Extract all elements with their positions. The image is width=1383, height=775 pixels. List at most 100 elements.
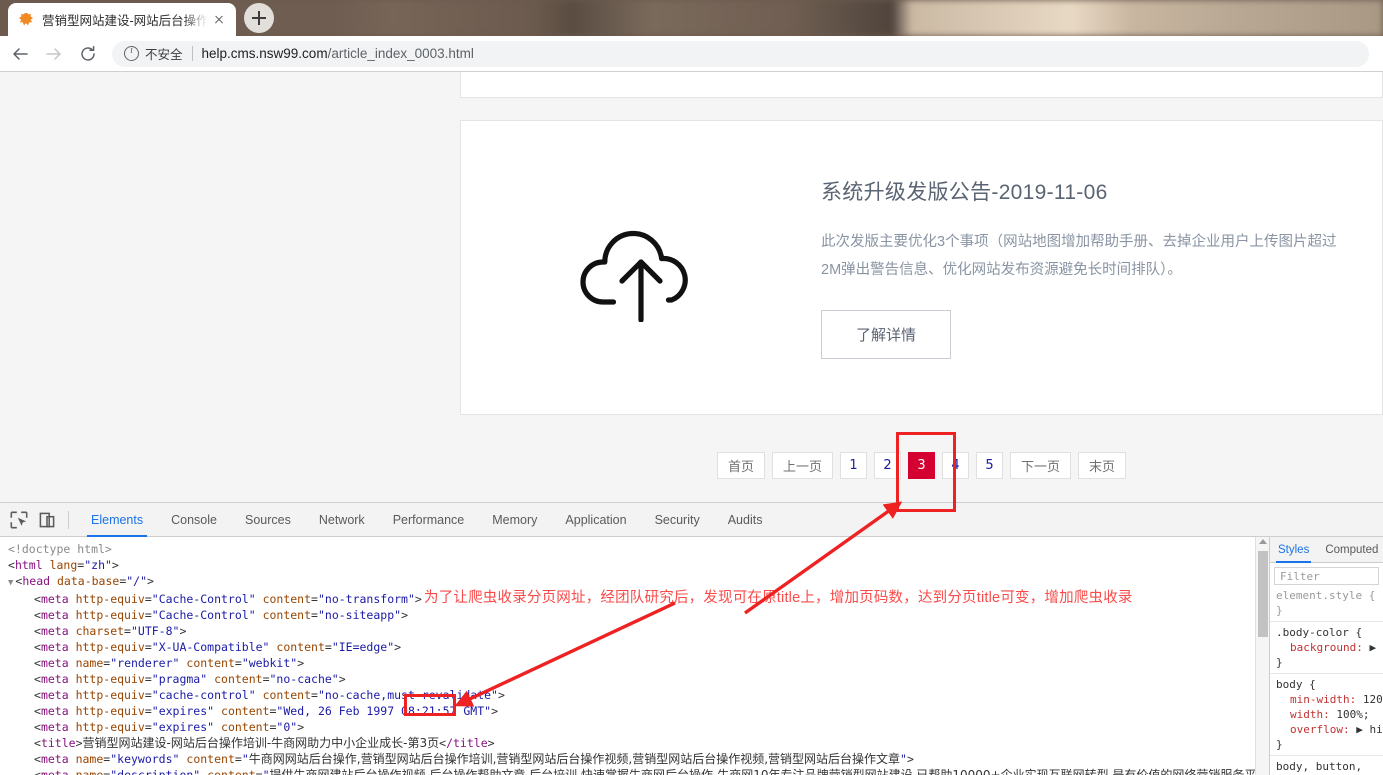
announcement-card-previous[interactable]	[460, 72, 1383, 98]
devtools-tab-performance[interactable]: Performance	[379, 503, 479, 537]
pagination-item[interactable]: 首页	[716, 452, 765, 479]
css-rule[interactable]: element.style {}	[1270, 585, 1383, 622]
attr-value: "Cache-Control"	[151, 608, 256, 622]
attr-name: http-equiv	[75, 688, 145, 702]
cloud-upload-icon	[461, 214, 821, 322]
doctype-token: <!doctype html>	[8, 542, 112, 556]
styles-tab-computed[interactable]: Computed	[1317, 537, 1383, 563]
attr-value: "Wed, 26 Feb 1997 08:21:57 GMT"	[276, 704, 492, 718]
pagination-item[interactable]: 2	[874, 452, 901, 479]
new-tab-button[interactable]	[244, 3, 274, 33]
expand-triangle-icon[interactable]: ▼	[8, 578, 13, 588]
url-text: help.cms.nsw99.com/article_index_0003.ht…	[202, 46, 474, 61]
devtools-tab-console[interactable]: Console	[157, 503, 231, 537]
browser-tab-active[interactable]: 营销型网站建设-网站后台操作培	[8, 3, 236, 36]
css-declaration[interactable]: overflow: ▶ hi	[1276, 722, 1383, 737]
css-declaration[interactable]: background: ▶	[1276, 640, 1383, 655]
attr-value: "UTF-8"	[130, 624, 180, 638]
css-selector: .body-color {	[1276, 626, 1363, 639]
attr-name: http-equiv	[75, 672, 145, 686]
pagination-item[interactable]: 5	[976, 452, 1003, 479]
tag-name: html	[14, 558, 43, 572]
info-circle-icon[interactable]	[124, 45, 139, 61]
attr-name: lang	[49, 558, 78, 572]
attr-name: http-equiv	[75, 640, 145, 654]
attr-value: "no-cache"	[269, 672, 339, 686]
back-arrow-icon[interactable]	[6, 40, 34, 68]
devtools-tab-security[interactable]: Security	[641, 503, 714, 537]
devtools-body: <!doctype html> <html lang="zh"> ▼ <head …	[0, 537, 1383, 775]
css-rule[interactable]: .body-color {background: ▶}	[1270, 622, 1383, 674]
pagination-item[interactable]: 下一页	[1010, 452, 1072, 479]
orange-star-favicon	[18, 12, 34, 28]
attr-name: http-equiv	[75, 704, 145, 718]
code-line-meta: <meta charset="UTF-8">	[34, 624, 187, 638]
address-bar[interactable]: 不安全 help.cms.nsw99.com/article_index_000…	[112, 40, 1369, 67]
scroll-up-arrow-icon[interactable]	[1259, 539, 1267, 544]
learn-more-button[interactable]: 了解详情	[821, 310, 952, 359]
css-rule-close: }	[1276, 738, 1283, 751]
pagination: 首页 上一页 1 2 3 4 5 下一页 末页	[460, 452, 1383, 479]
announcement-card: 系统升级发版公告-2019-11-06 此次发版主要优化3个事项（网站地图增加帮…	[460, 120, 1383, 415]
css-declaration[interactable]: width: 100%;	[1276, 707, 1383, 722]
description-value: 提供牛商网建站后台操作视频,后台操作帮助文章,后台培训,快速掌握牛商网后台操作-…	[269, 768, 1257, 775]
code-line-meta: <meta http-equiv="X-UA-Compatible" conte…	[34, 640, 402, 654]
code-line-meta: <meta http-equiv="expires" content="Wed,…	[34, 704, 498, 718]
devtools-tab-memory[interactable]: Memory	[478, 503, 551, 537]
css-declaration[interactable]: min-width: 120	[1276, 692, 1383, 707]
device-toolbar-icon[interactable]	[36, 509, 58, 531]
pagination-item[interactable]: 1	[840, 452, 867, 479]
css-rule[interactable]: body, button,	[1270, 756, 1383, 775]
attr-value: "zh"	[84, 558, 112, 572]
attr-name: http-equiv	[75, 608, 145, 622]
css-selector: body, button,	[1276, 760, 1363, 773]
code-line-title: <title>营销型网站建设-网站后台操作培训-牛商网助力中小企业成长-第3页<…	[34, 736, 495, 750]
blurred-background-tabs[interactable]	[232, 0, 1383, 36]
attr-name: content	[262, 688, 312, 702]
styles-tab-styles[interactable]: Styles	[1270, 537, 1317, 563]
attr-value: "IE=edge"	[331, 640, 395, 654]
browser-tab-title: 营销型网站建设-网站后台操作培	[42, 14, 208, 28]
forward-arrow-icon[interactable]	[40, 40, 68, 68]
devtools-scrollbar[interactable]	[1255, 537, 1269, 775]
css-rule[interactable]: body {min-width: 120 width: 100%; overflow…	[1270, 674, 1383, 756]
attr-value: "pragma"	[151, 672, 208, 686]
attr-name: data-base	[57, 574, 120, 588]
attr-name: content	[221, 704, 270, 718]
attr-value: "Cache-Control"	[151, 592, 256, 606]
announcement-description: 此次发版主要优化3个事项（网站地图增加帮助手册、去掉企业用户上传图片超过2M弹出…	[821, 234, 1337, 278]
close-icon[interactable]	[210, 11, 228, 29]
elements-source-panel[interactable]: <!doctype html> <html lang="zh"> ▼ <head …	[0, 537, 1269, 775]
announcement-title: 系统升级发版公告-2019-11-06	[821, 181, 1108, 204]
devtools-panel: Elements Console Sources Network Performance…	[0, 502, 1383, 775]
pagination-item[interactable]: 4	[942, 452, 969, 479]
attr-name: content	[214, 672, 263, 686]
code-line-meta: <meta http-equiv="cache-control" content…	[34, 688, 505, 702]
pagination-item-active[interactable]: 3	[908, 452, 935, 479]
attr-value: "0"	[276, 720, 298, 734]
pagination-item[interactable]: 上一页	[771, 452, 833, 479]
devtools-tab-elements[interactable]: Elements	[77, 503, 157, 537]
styles-panel: Styles Computed Filter element.style {} .b…	[1269, 537, 1383, 775]
devtools-tab-application[interactable]: Application	[551, 503, 640, 537]
css-rules-list: element.style {} .body-color {background:…	[1270, 585, 1383, 775]
inspect-element-icon[interactable]	[8, 509, 30, 531]
code-line-meta: <meta http-equiv="expires" content="0">	[34, 720, 305, 734]
tab-strip: 营销型网站建设-网站后台操作培	[0, 0, 1383, 36]
attr-name: content	[276, 640, 325, 654]
reload-icon[interactable]	[74, 40, 102, 68]
scrollbar-thumb[interactable]	[1258, 551, 1268, 637]
keywords-value: 牛商网网站后台操作,营销型网站后台操作培训,营销型网站后台操作视频,营销型网站后…	[248, 752, 901, 766]
code-line: ▼ <head data-base="/">	[8, 574, 154, 588]
meta-tag-lines: <meta http-equiv="Cache-Control" content…	[0, 591, 1269, 735]
url-path: /article_index_0003.html	[327, 46, 474, 61]
devtools-tab-sources[interactable]: Sources	[231, 503, 305, 537]
attr-name: content	[221, 720, 270, 734]
pagination-item[interactable]: 末页	[1078, 452, 1127, 479]
attr-value: "no-transform"	[317, 592, 415, 606]
code-line-meta: <meta http-equiv="pragma" content="no-ca…	[34, 672, 346, 686]
styles-filter-input[interactable]: Filter	[1274, 567, 1379, 585]
devtools-tab-network[interactable]: Network	[305, 503, 379, 537]
devtools-tab-audits[interactable]: Audits	[714, 503, 777, 537]
attr-name: http-equiv	[75, 720, 145, 734]
